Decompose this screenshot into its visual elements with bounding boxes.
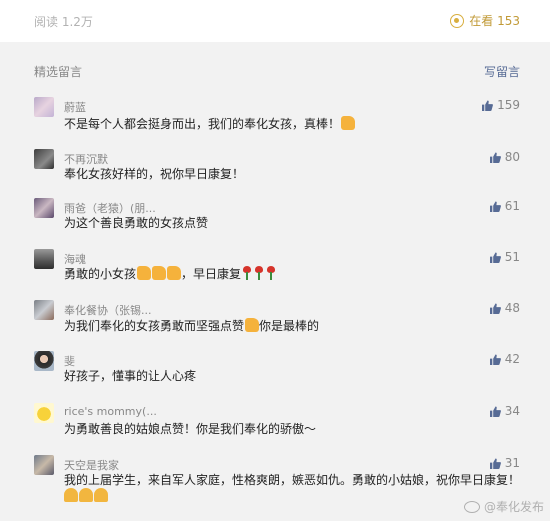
comment-nickname[interactable]: 奉化餐协（张锡... xyxy=(64,302,152,318)
comment-item: 雨爸（老猿）(朋... 为这个善良勇敢的女孩点赞 61 xyxy=(34,198,520,234)
watermark-text: @奉化发布 xyxy=(483,500,544,514)
watching-button[interactable]: 在看 153 xyxy=(450,12,520,29)
avatar[interactable] xyxy=(34,351,54,371)
thumbs-up-icon xyxy=(489,457,501,469)
comment-emoji-line xyxy=(64,488,109,503)
pray-emoji xyxy=(64,488,78,502)
thumbs-up-icon xyxy=(489,151,501,163)
comment-item: 蔚蓝 不是每个人都会挺身而出，我们的奉化女孩，真棒！ 159 xyxy=(34,97,520,133)
comment-item: 海魂 勇敢的小女孩 ，早日康复 51 xyxy=(34,249,520,285)
comment-text: 为我们奉化的女孩勇敢而坚强点赞 你是最棒的 xyxy=(64,318,320,333)
like-count: 61 xyxy=(504,199,520,213)
comment-text: 我的上届学生，来自军人家庭，性格爽朗，嫉恶如仇。勇敢的小姑娘，祝你早日康复！ xyxy=(64,473,521,487)
weibo-watermark: @奉化发布 xyxy=(463,498,544,515)
pray-emoji xyxy=(79,488,93,502)
comment-item: 奉化餐协（张锡... 为我们奉化的女孩勇敢而坚强点赞 你是最棒的 48 xyxy=(34,300,520,336)
like-count: 34 xyxy=(504,404,520,418)
like-button[interactable]: 42 xyxy=(489,352,520,366)
eye-icon xyxy=(450,13,465,28)
like-count: 42 xyxy=(504,352,520,366)
avatar[interactable] xyxy=(34,249,54,269)
comment-text: 好孩子，懂事的让人心疼 xyxy=(64,369,197,383)
thumbs-up-emoji xyxy=(341,116,356,130)
thumbs-up-icon xyxy=(482,99,494,111)
like-button[interactable]: 34 xyxy=(489,404,520,418)
rose-emoji xyxy=(266,266,276,280)
thumbs-up-icon xyxy=(489,405,501,417)
thumbs-up-emoji xyxy=(245,318,260,332)
like-count: 48 xyxy=(504,301,520,315)
rose-emoji xyxy=(242,266,252,280)
thumbs-up-emoji xyxy=(152,266,167,280)
comment-item: 不再沉默 奉化女孩好样的，祝你早日康复！ 80 xyxy=(34,149,520,185)
like-button[interactable]: 31 xyxy=(489,456,520,470)
avatar[interactable] xyxy=(34,403,54,423)
comment-nickname[interactable]: 蔚蓝 xyxy=(64,99,86,115)
comment-item: 天空是我家 我的上届学生，来自军人家庭，性格爽朗，嫉恶如仇。勇敢的小姑娘，祝你早… xyxy=(34,455,520,505)
write-comment-button[interactable]: 写留言 xyxy=(484,63,520,80)
thumbs-up-emoji xyxy=(137,266,152,280)
comment-text: 奉化女孩好样的，祝你早日康复！ xyxy=(64,167,245,181)
comment-text: 不是每个人都会挺身而出，我们的奉化女孩，真棒！ xyxy=(64,115,356,132)
pray-emoji xyxy=(94,488,108,502)
weibo-icon xyxy=(463,500,480,513)
watching-count: 在看 153 xyxy=(469,14,520,28)
avatar[interactable] xyxy=(34,198,54,218)
article-stats-bar: 阅读 1.2万 在看 153 xyxy=(0,0,550,42)
like-button[interactable]: 61 xyxy=(489,199,520,213)
avatar[interactable] xyxy=(34,455,54,475)
comment-text: 勇敢的小女孩 ，早日康复 xyxy=(64,265,277,282)
rose-emoji xyxy=(254,266,264,280)
like-count: 159 xyxy=(497,98,520,112)
read-count: 阅读 1.2万 xyxy=(34,15,93,29)
like-button[interactable]: 159 xyxy=(482,98,520,112)
avatar[interactable] xyxy=(34,300,54,320)
like-count: 31 xyxy=(504,456,520,470)
like-count: 51 xyxy=(504,250,520,264)
featured-comments-title: 精选留言 xyxy=(34,65,83,79)
thumbs-up-icon xyxy=(489,302,501,314)
thumbs-up-icon xyxy=(489,200,501,212)
comment-item: rice's mommy(... 为勇敢善良的姑娘点赞！你是我们奉化的骄傲～ 3… xyxy=(34,403,520,439)
like-count: 80 xyxy=(504,150,520,164)
like-button[interactable]: 48 xyxy=(489,301,520,315)
like-button[interactable]: 80 xyxy=(489,150,520,164)
comment-text: 为勇敢善良的姑娘点赞！你是我们奉化的骄傲～ xyxy=(64,422,317,436)
thumbs-up-icon xyxy=(489,251,501,263)
avatar[interactable] xyxy=(34,97,54,117)
comment-text: 为这个善良勇敢的女孩点赞 xyxy=(64,216,209,230)
avatar[interactable] xyxy=(34,149,54,169)
featured-comments-header: 精选留言 写留言 xyxy=(34,63,520,80)
like-button[interactable]: 51 xyxy=(489,250,520,264)
thumbs-up-icon xyxy=(489,353,501,365)
comment-nickname[interactable]: rice's mommy(... xyxy=(64,405,157,418)
thumbs-up-emoji xyxy=(167,266,182,280)
comment-item: 斐 好孩子，懂事的让人心疼 42 xyxy=(34,351,520,387)
